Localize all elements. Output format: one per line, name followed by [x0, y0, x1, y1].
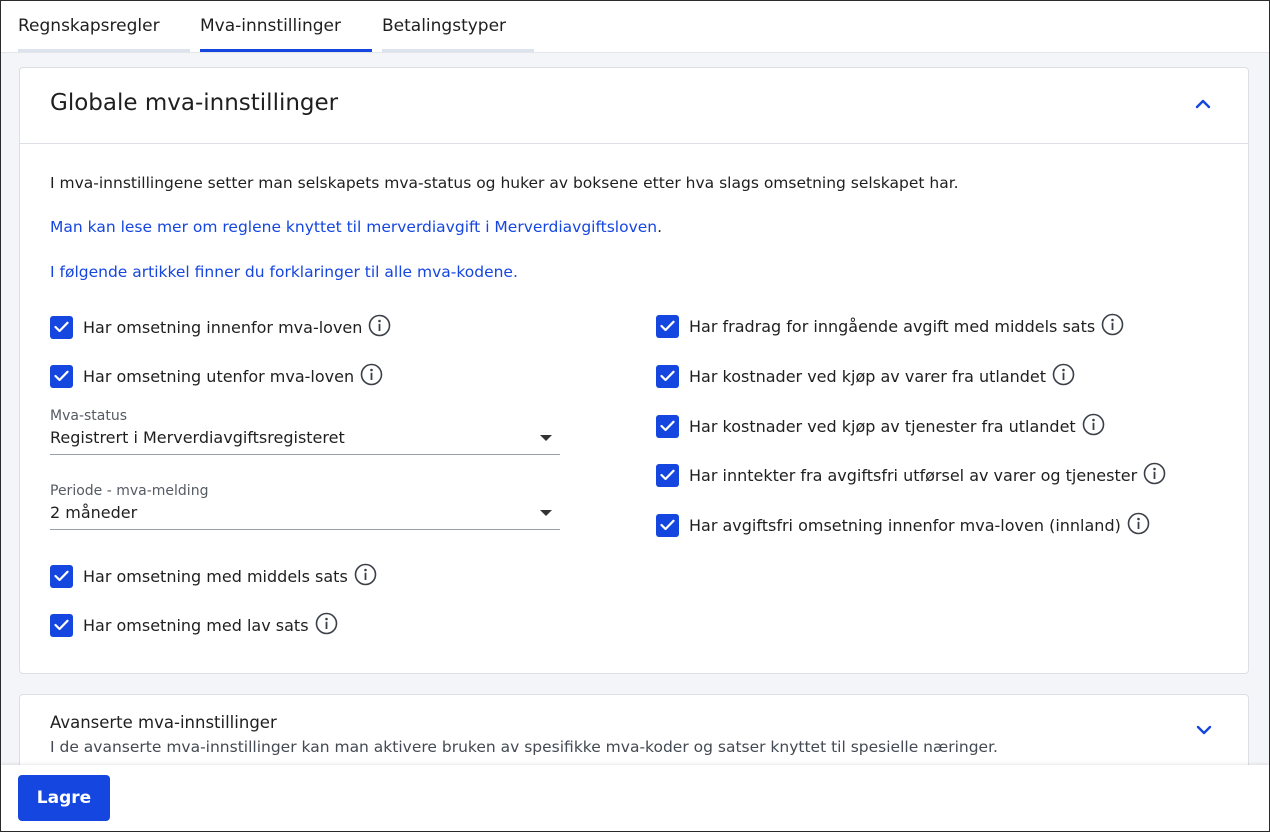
- checkbox-label: Har omsetning utenfor mva-loven: [83, 366, 355, 386]
- dropdown-arrow-icon: [540, 435, 552, 441]
- periode-value: 2 måneder: [50, 503, 138, 522]
- checkbox-label: Har omsetning innenfor mva-loven: [83, 317, 363, 337]
- mva-status-field: Mva-status Registrert i Merverdiavgiftsr…: [50, 408, 560, 455]
- check-icon: [660, 320, 675, 332]
- mva-status-value: Registrert i Merverdiavgiftsregisteret: [50, 428, 345, 447]
- article-link-paragraph: I følgende artikkel finner du forklaring…: [50, 263, 518, 281]
- global-settings-title: Globale mva-innstillinger: [50, 90, 339, 116]
- chevron-up-icon[interactable]: [1192, 93, 1214, 115]
- check-icon: [660, 469, 675, 481]
- checkbox-checked[interactable]: [656, 364, 679, 388]
- check-icon: [54, 321, 69, 333]
- checkbox-row[interactable]: Har omsetning innenfor mva-loven: [50, 314, 391, 340]
- tab-regnskapsregler[interactable]: Regnskapsregler: [18, 1, 190, 52]
- tab-mva-innstillinger[interactable]: Mva-innstillinger: [200, 1, 372, 52]
- checkbox-label: Har omsetning med lav sats: [83, 615, 309, 635]
- checkbox-row[interactable]: Har omsetning utenfor mva-loven: [50, 363, 383, 389]
- checkbox-row[interactable]: Har omsetning med lav sats: [50, 612, 338, 638]
- checkbox-checked[interactable]: [656, 414, 679, 438]
- check-icon: [54, 570, 69, 582]
- checkbox-label: Har avgiftsfri omsetning innenfor mva-lo…: [689, 515, 1121, 535]
- link-suffix: .: [657, 218, 663, 236]
- check-icon: [660, 420, 675, 432]
- checkbox-label: Har kostnader ved kjøp av varer fra utla…: [689, 366, 1047, 386]
- periode-select[interactable]: 2 måneder: [50, 501, 560, 530]
- checkbox-label: Har omsetning med middels sats: [83, 566, 348, 586]
- checkbox-checked[interactable]: [50, 564, 73, 588]
- save-button[interactable]: Lagre: [18, 775, 110, 821]
- mva-codes-article-link[interactable]: I følgende artikkel finner du forklaring…: [50, 263, 513, 281]
- footer-bar: Lagre: [1, 765, 1269, 831]
- periode-field: Periode - mva-melding 2 måneder: [50, 483, 560, 530]
- checkbox-checked[interactable]: [50, 315, 73, 339]
- checkbox-checked[interactable]: [50, 364, 73, 388]
- check-icon: [54, 370, 69, 382]
- advanced-settings-title: Avanserte mva-innstillinger: [50, 713, 277, 732]
- global-settings-card: Globale mva-innstillinger I mva-innstill…: [19, 67, 1249, 674]
- mva-status-select[interactable]: Registrert i Merverdiavgiftsregisteret: [50, 426, 560, 455]
- tab-betalingstyper[interactable]: Betalingstyper: [382, 1, 534, 52]
- checkbox-label: Har fradrag for inngående avgift med mid…: [689, 316, 1096, 336]
- info-icon[interactable]: [1082, 413, 1105, 436]
- checkbox-label: Har inntekter fra avgiftsfri utførsel av…: [689, 465, 1138, 485]
- intro-text: I mva-innstillingene setter man selskape…: [50, 174, 959, 192]
- dropdown-arrow-icon: [540, 510, 552, 516]
- info-icon[interactable]: [354, 563, 377, 586]
- info-icon[interactable]: [360, 363, 383, 386]
- info-icon[interactable]: [315, 612, 338, 635]
- checkbox-label: Har kostnader ved kjøp av tjenester fra …: [689, 416, 1076, 436]
- checkbox-row[interactable]: Har inntekter fra avgiftsfri utførsel av…: [656, 462, 1166, 488]
- advanced-settings-description: I de avanserte mva-innstillinger kan man…: [50, 738, 998, 756]
- checkbox-row[interactable]: Har kostnader ved kjøp av tjenester fra …: [656, 413, 1105, 439]
- checkbox-checked[interactable]: [656, 314, 679, 338]
- check-icon: [54, 619, 69, 631]
- check-icon: [660, 370, 675, 382]
- checkbox-checked[interactable]: [50, 613, 73, 637]
- checkbox-row[interactable]: Har omsetning med middels sats: [50, 563, 377, 589]
- checkbox-row[interactable]: Har kostnader ved kjøp av varer fra utla…: [656, 363, 1075, 389]
- info-icon[interactable]: [1052, 363, 1075, 386]
- info-icon[interactable]: [368, 314, 391, 337]
- info-icon[interactable]: [1143, 462, 1166, 485]
- checkbox-row[interactable]: Har fradrag for inngående avgift med mid…: [656, 313, 1124, 339]
- mva-status-label: Mva-status: [50, 408, 128, 424]
- chevron-down-icon[interactable]: [1193, 719, 1215, 741]
- link-suffix: .: [512, 263, 518, 281]
- merverdiavgiftsloven-link[interactable]: Man kan lese mer om reglene knyttet til …: [50, 218, 657, 236]
- info-icon[interactable]: [1127, 512, 1150, 535]
- periode-label: Periode - mva-melding: [50, 483, 209, 499]
- info-icon[interactable]: [1101, 313, 1124, 336]
- tab-bar: Regnskapsregler Mva-innstillinger Betali…: [1, 1, 1269, 53]
- check-icon: [660, 519, 675, 531]
- law-link-paragraph: Man kan lese mer om reglene knyttet til …: [50, 218, 662, 236]
- global-settings-header[interactable]: Globale mva-innstillinger: [20, 68, 1248, 144]
- checkbox-checked[interactable]: [656, 463, 679, 487]
- checkbox-checked[interactable]: [656, 513, 679, 537]
- checkbox-row[interactable]: Har avgiftsfri omsetning innenfor mva-lo…: [656, 512, 1150, 538]
